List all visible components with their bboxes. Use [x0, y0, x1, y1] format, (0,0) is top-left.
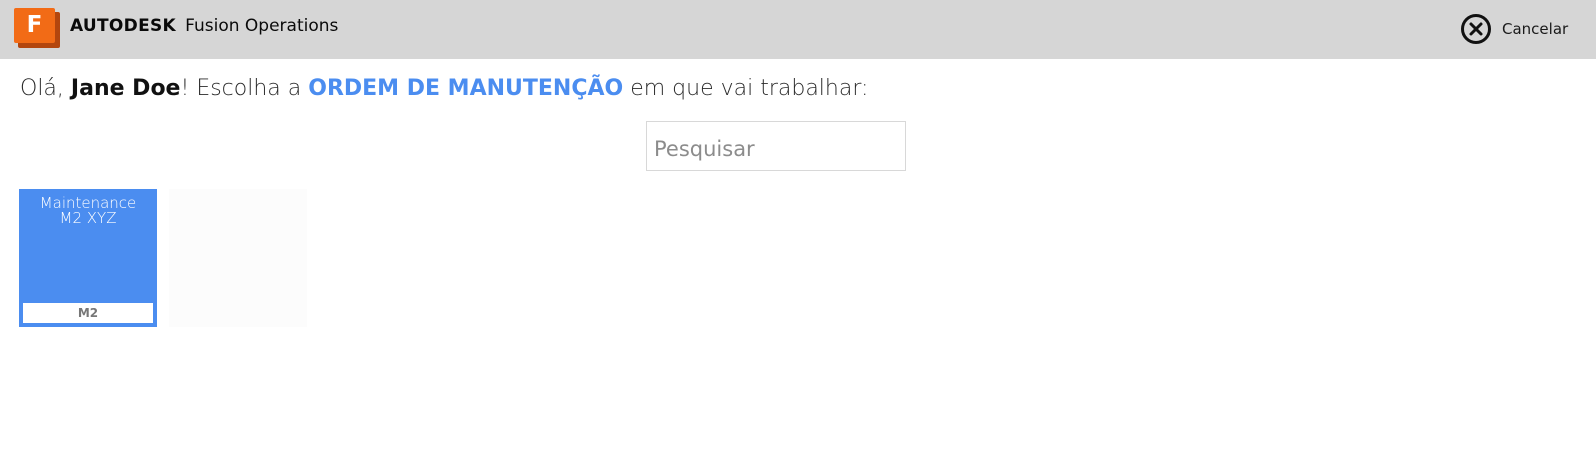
cancel-button[interactable]: Cancelar — [1460, 13, 1568, 45]
cancel-label[interactable]: Cancelar — [1502, 20, 1568, 38]
order-card-title-line2: M2 XYZ — [59, 209, 117, 227]
order-card-placeholder — [169, 189, 307, 327]
greeting-prompt-before: Escolha a — [196, 76, 302, 101]
close-circle-icon[interactable] — [1460, 13, 1492, 45]
fusion-logo-icon: F — [14, 8, 60, 48]
greeting-line: Olá, Jane Doe! Escolha a ORDEM DE MANUTE… — [20, 73, 868, 105]
brand-product: Fusion Operations — [185, 16, 339, 36]
user-name: Jane Doe — [70, 76, 181, 101]
logo-letter: F — [14, 8, 55, 43]
greeting-highlight: ORDEM DE MANUTENÇÃO — [308, 76, 624, 101]
greeting-exclaim: ! — [180, 76, 190, 101]
greeting-hello: Olá, — [20, 76, 64, 101]
app-brand: AUTODESK Fusion Operations — [70, 13, 338, 39]
order-card-m2[interactable]: Maintenance M2 XYZ M2 — [19, 189, 157, 327]
order-card-code: M2 — [23, 303, 153, 323]
brand-autodesk: AUTODESK — [70, 16, 177, 36]
order-card-title: Maintenance M2 XYZ — [19, 196, 157, 226]
greeting-prompt-after: em que vai trabalhar: — [630, 76, 869, 101]
top-bar: F AUTODESK Fusion Operations Cancelar — [0, 0, 1596, 59]
search-input[interactable] — [646, 121, 906, 171]
